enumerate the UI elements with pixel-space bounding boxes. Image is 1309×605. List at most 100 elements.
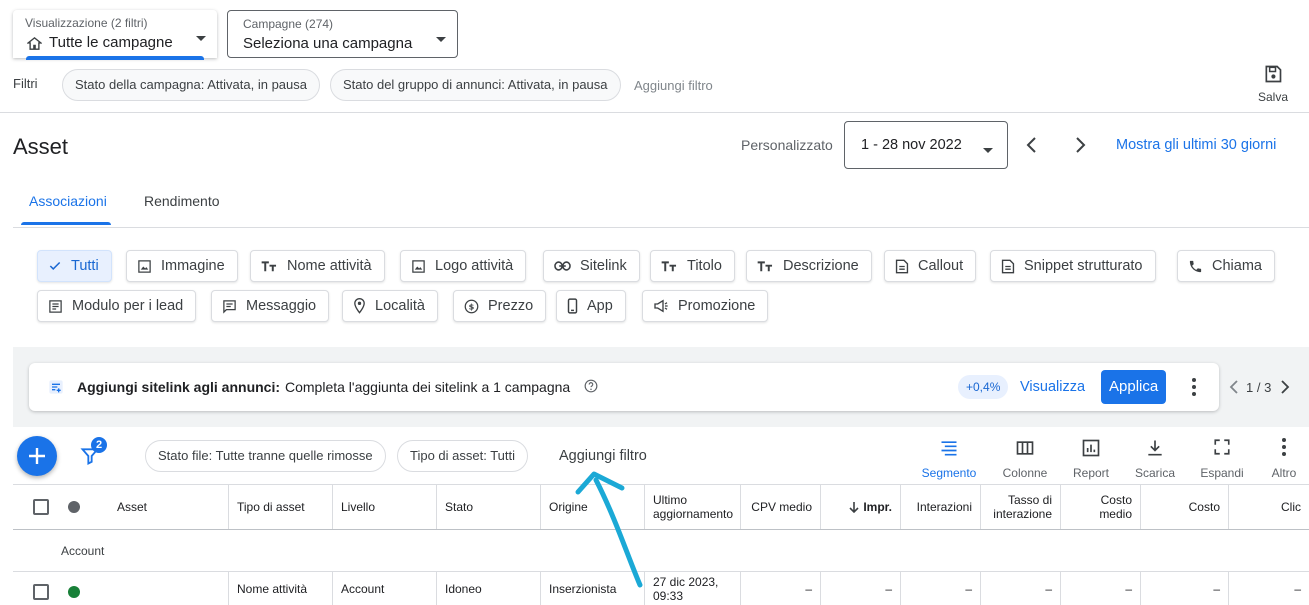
columns-label: Colonne — [1002, 466, 1048, 480]
type-button-chiama[interactable]: Chiama — [1177, 250, 1275, 282]
column-header-costo-medio[interactable]: Costo medio — [1061, 485, 1141, 529]
column-header-tasso[interactable]: Tasso di interazione — [981, 485, 1061, 529]
type-button-nome-attivita[interactable]: Nome attività — [250, 250, 385, 282]
date-range-picker[interactable]: 1 - 28 nov 2022 — [844, 121, 1008, 169]
chevron-left-icon[interactable] — [1024, 136, 1040, 154]
tab-associazioni[interactable]: Associazioni — [29, 193, 107, 209]
type-button-prezzo[interactable]: $ Prezzo — [453, 290, 547, 322]
status-dot-active — [68, 586, 80, 598]
type-button-label: Tutti — [71, 258, 99, 274]
chevron-right-icon[interactable] — [1072, 136, 1088, 154]
caret-down-icon — [982, 142, 994, 160]
type-button-sitelink[interactable]: Sitelink — [543, 250, 640, 282]
status-header-dot — [68, 501, 80, 513]
type-button-label: Prezzo — [488, 298, 534, 314]
segment-button[interactable]: Segmento — [919, 438, 979, 480]
column-header-costo[interactable]: Costo — [1141, 485, 1229, 529]
more-vert-icon — [1282, 438, 1286, 460]
last-30-days-link[interactable]: Mostra gli ultimi 30 giorni — [1116, 137, 1276, 153]
cell-stato: Idoneo — [437, 572, 541, 605]
column-header-stato[interactable]: Stato — [437, 485, 541, 529]
filter-count-badge: 2 — [91, 437, 107, 453]
document-icon — [895, 259, 909, 274]
cell-tasso: – — [981, 572, 1061, 605]
type-button-app[interactable]: App — [556, 290, 626, 322]
date-mode-label: Personalizzato — [741, 137, 833, 153]
check-icon — [48, 259, 62, 273]
filters-label: Filtri — [13, 76, 38, 91]
cell-costo-medio: – — [1061, 572, 1141, 605]
filter-chip-asset-type[interactable]: Tipo di asset: Tutti — [397, 440, 529, 472]
type-button-immagine[interactable]: Immagine — [126, 250, 238, 282]
type-button-tutti[interactable]: Tutti — [37, 250, 112, 282]
megaphone-icon — [653, 299, 669, 313]
more-label: Altro — [1271, 466, 1297, 480]
add-filter-link[interactable]: Aggiungi filtro — [634, 78, 713, 93]
report-button[interactable]: Report — [1061, 438, 1121, 480]
image-icon — [411, 259, 426, 274]
divider — [0, 112, 1309, 113]
columns-button[interactable]: Colonne — [995, 438, 1055, 480]
add-button[interactable] — [17, 436, 57, 476]
type-button-label: Chiama — [1212, 258, 1262, 274]
expand-button[interactable]: Espandi — [1192, 438, 1252, 480]
download-label: Scarica — [1134, 466, 1175, 480]
cell-asset — [109, 572, 229, 605]
fullscreen-icon — [1213, 438, 1231, 460]
help-icon[interactable] — [584, 379, 598, 393]
select-all-checkbox[interactable] — [33, 499, 49, 515]
caret-down-icon — [435, 31, 447, 49]
type-button-callout[interactable]: Callout — [884, 250, 977, 282]
type-button-promozione[interactable]: Promozione — [642, 290, 769, 322]
type-button-descrizione[interactable]: Descrizione — [746, 250, 872, 282]
report-icon — [1081, 438, 1101, 460]
uplift-badge: +0,4% — [958, 375, 1009, 399]
type-button-label: App — [587, 298, 613, 314]
download-button[interactable]: Scarica — [1125, 438, 1185, 480]
column-header-interazioni[interactable]: Interazioni — [901, 485, 981, 529]
link-icon — [554, 260, 571, 272]
tab-rendimento[interactable]: Rendimento — [144, 193, 220, 209]
filter-chip-campaign-status[interactable]: Stato della campagna: Attivata, in pausa — [62, 69, 320, 101]
sitelink-recommendation-icon — [48, 379, 64, 395]
column-header-clic[interactable]: Clic — [1229, 485, 1309, 529]
save-button[interactable]: Salva — [1250, 64, 1296, 104]
apply-button[interactable]: Applica — [1101, 370, 1167, 404]
more-vert-icon[interactable] — [1192, 378, 1196, 396]
segment-label: Segmento — [921, 466, 977, 480]
report-label: Report — [1072, 466, 1110, 480]
cell-impr: – — [821, 572, 901, 605]
column-header-cpv[interactable]: CPV medio — [741, 485, 821, 529]
column-header-asset[interactable]: Asset — [109, 485, 229, 529]
type-button-label: Promozione — [678, 298, 756, 314]
type-button-localita[interactable]: Località — [342, 290, 438, 322]
type-button-snippet-strutturato[interactable]: Snippet strutturato — [990, 250, 1156, 282]
cell-interazioni: – — [901, 572, 981, 605]
type-button-label: Località — [375, 298, 425, 314]
column-header-tipo[interactable]: Tipo di asset — [229, 485, 333, 529]
row-checkbox[interactable] — [33, 584, 49, 600]
text-icon — [661, 259, 678, 273]
type-button-titolo[interactable]: Titolo — [650, 250, 735, 282]
chevron-left-icon[interactable] — [1229, 380, 1239, 394]
more-button[interactable]: Altro — [1259, 438, 1309, 480]
expand-label: Espandi — [1200, 466, 1244, 480]
segment-icon — [939, 438, 959, 460]
type-button-label: Nome attività — [287, 258, 372, 274]
type-button-modulo-lead[interactable]: Modulo per i lead — [37, 290, 197, 322]
view-recommendation-link[interactable]: Visualizza — [1020, 379, 1085, 395]
banner-title: Aggiungi sitelink agli annunci: — [77, 379, 281, 395]
chevron-right-icon[interactable] — [1280, 380, 1290, 394]
column-header-impr[interactable]: Impr. — [821, 485, 901, 529]
filter-chip-file-status[interactable]: Stato file: Tutte tranne quelle rimosse — [145, 440, 386, 472]
view-selector[interactable]: Visualizzazione (2 filtri) Tutte le camp… — [13, 10, 217, 60]
column-header-livello[interactable]: Livello — [333, 485, 437, 529]
type-button-logo-attivita[interactable]: Logo attività — [400, 250, 527, 282]
campaign-selector-label: Campagne (274) — [243, 17, 334, 31]
save-label: Salva — [1257, 90, 1289, 104]
campaign-selector-value: Seleziona una campagna — [243, 35, 413, 52]
campaign-selector[interactable]: Campagne (274) Seleziona una campagna — [227, 10, 458, 58]
filter-chip-adgroup-status[interactable]: Stato del gruppo di annunci: Attivata, i… — [330, 69, 621, 101]
type-button-messaggio[interactable]: Messaggio — [211, 290, 330, 322]
cell-clic: – — [1294, 582, 1301, 596]
